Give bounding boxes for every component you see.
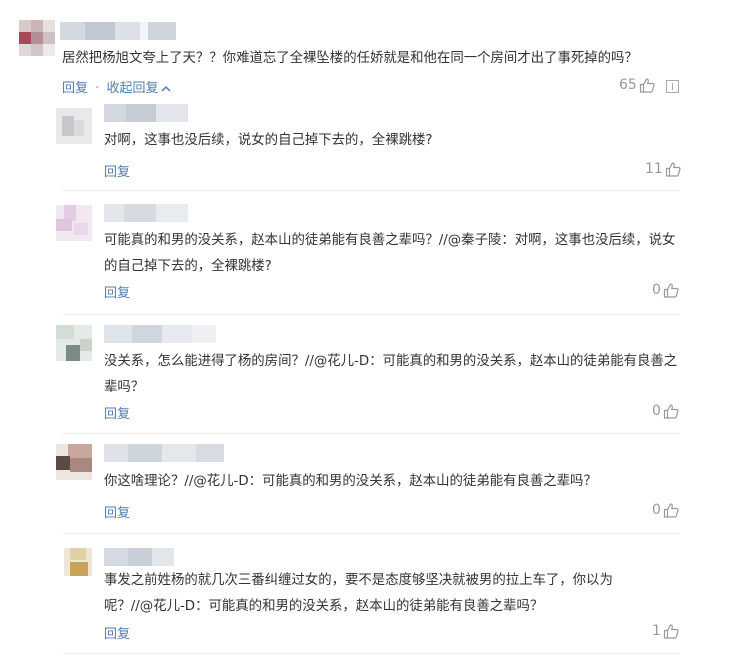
like-count: 0: [652, 502, 661, 518]
reply-actions: 回复: [104, 623, 130, 642]
like-count: 11: [645, 161, 663, 177]
avatar[interactable]: [19, 20, 55, 56]
username-redacted[interactable]: [104, 104, 188, 122]
reply-text: 可能真的和男的没关系，赵本山的徒弟能有良善之辈吗？//@秦子陵：对啊，这事也没后…: [104, 233, 676, 274]
reply-button[interactable]: 回复: [104, 506, 130, 521]
reply-actions: 回复: [104, 161, 130, 180]
like-button[interactable]: 11: [645, 161, 681, 177]
avatar[interactable]: [56, 444, 92, 480]
like-button[interactable]: 0: [652, 403, 679, 419]
username-redacted[interactable]: [104, 548, 174, 566]
reply-button[interactable]: 回复: [62, 81, 88, 96]
avatar[interactable]: [56, 325, 92, 361]
like-button[interactable]: 0: [652, 502, 679, 518]
reply-button[interactable]: 回复: [104, 165, 130, 180]
avatar[interactable]: [56, 108, 92, 144]
divider: [62, 533, 680, 534]
like-count: 65: [619, 77, 637, 93]
like-count: 1: [652, 623, 661, 639]
reply-actions: 回复: [104, 502, 130, 521]
report-icon[interactable]: [666, 80, 679, 93]
action-separator: ·: [95, 81, 100, 96]
username-redacted[interactable]: [104, 204, 188, 222]
collapse-replies-label: 收起回复: [106, 81, 159, 96]
divider: [62, 190, 680, 191]
comment-text: 居然把杨旭文夸上了天？？你难道忘了全裸坠楼的任娇就是和他在同一个房间才出了事死掉…: [62, 51, 638, 66]
like-button[interactable]: 65: [619, 77, 655, 93]
like-count: 0: [652, 403, 661, 419]
thumbs-up-icon: [639, 77, 655, 93]
reply-button[interactable]: 回复: [104, 286, 130, 301]
reply-text: 没关系，怎么能进得了杨的房间？//@花儿-D：可能真的和男的没关系，赵本山的徒弟…: [104, 354, 678, 395]
reply-text: 事发之前姓杨的就几次三番纠缠过女的，要不是态度够坚决就被男的拉上车了，你以为呢？…: [104, 573, 613, 614]
collapse-replies-button[interactable]: 收起回复: [106, 81, 171, 96]
chevron-up-icon: [161, 85, 171, 92]
username-redacted[interactable]: [104, 444, 224, 462]
reply-text: 你这啥理论？//@花儿-D：可能真的和男的没关系，赵本山的徒弟能有良善之辈吗？: [104, 474, 597, 489]
thumbs-up-icon: [663, 282, 679, 298]
thumbs-up-icon: [665, 161, 681, 177]
username-redacted[interactable]: [60, 22, 176, 40]
like-button[interactable]: 1: [652, 623, 679, 639]
like-button[interactable]: 0: [652, 282, 679, 298]
reply-actions: 回复: [104, 282, 130, 301]
reply-text: 对啊，这事也没后续，说女的自己掉下去的，全裸跳楼?: [104, 133, 433, 148]
comment-actions: 回复 · 收起回复: [62, 77, 171, 96]
reply-button[interactable]: 回复: [104, 407, 130, 422]
divider: [62, 653, 680, 654]
thumbs-up-icon: [663, 403, 679, 419]
like-count: 0: [652, 282, 661, 298]
thumbs-up-icon: [663, 623, 679, 639]
reply-actions: 回复: [104, 403, 130, 422]
username-redacted[interactable]: [104, 325, 216, 343]
reply-button[interactable]: 回复: [104, 627, 130, 642]
thumbs-up-icon: [663, 502, 679, 518]
avatar[interactable]: [56, 205, 92, 241]
divider: [62, 433, 680, 434]
avatar[interactable]: [64, 548, 92, 576]
divider: [62, 314, 680, 315]
